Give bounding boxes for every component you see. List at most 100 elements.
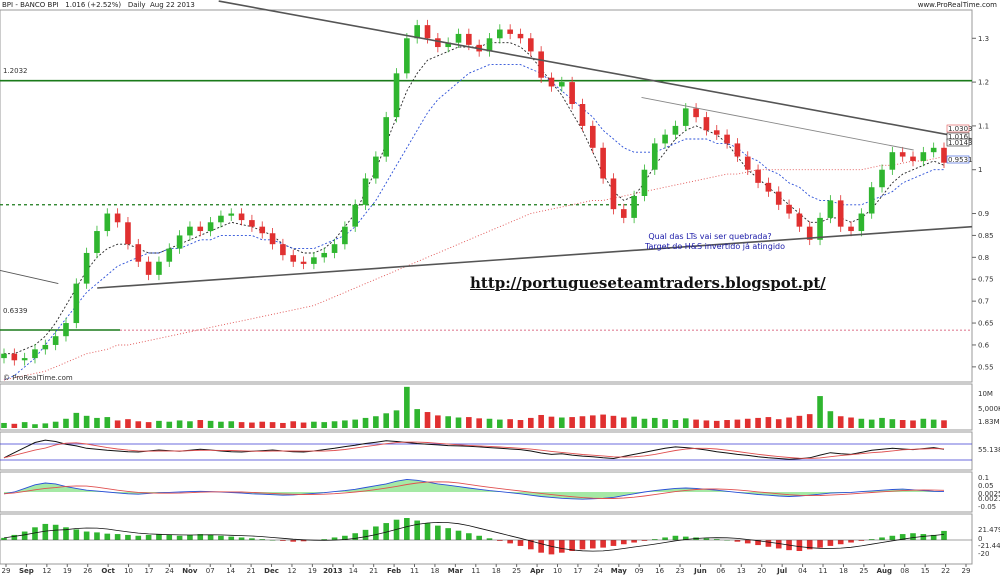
histogram-bar xyxy=(207,534,214,540)
x-tick-label: 10 xyxy=(124,567,133,575)
candle-body xyxy=(651,143,658,170)
candle-body xyxy=(94,231,100,253)
volume-bar xyxy=(73,412,80,428)
volume-bar xyxy=(311,421,317,428)
level-label-high: 1.2032 xyxy=(3,67,28,75)
candle-body xyxy=(662,134,668,144)
candle-body xyxy=(280,244,286,256)
volume-bar xyxy=(755,417,761,428)
histogram-bar xyxy=(466,533,472,540)
volume-bar xyxy=(331,421,338,428)
candle-body xyxy=(187,226,193,236)
histogram-bar xyxy=(476,535,482,540)
candle-body xyxy=(765,182,772,192)
volume-bar xyxy=(569,417,575,428)
volume-bar xyxy=(455,417,462,428)
candle-body xyxy=(1,353,7,359)
volume-bar xyxy=(404,386,410,428)
volume-bar xyxy=(104,417,111,428)
x-tick-label: 08 xyxy=(900,567,909,575)
volume-bar xyxy=(218,421,224,428)
volume-bar xyxy=(538,414,544,428)
x-tick-label: Feb xyxy=(387,567,401,575)
x-tick-label: 11 xyxy=(471,567,480,575)
candle-body xyxy=(910,156,916,161)
histogram-bar xyxy=(775,540,782,549)
volume-bar xyxy=(445,416,451,428)
oscillator-tick-label: 55.138 xyxy=(978,446,1000,454)
x-tick-label: 20 xyxy=(757,567,766,575)
volume-bar xyxy=(765,417,772,428)
y-tick-label: 0.85 xyxy=(978,232,994,240)
volume-bar xyxy=(207,420,214,428)
x-tick-label: Nov xyxy=(182,567,198,575)
candle-body xyxy=(641,169,648,196)
histogram-bar xyxy=(920,534,927,540)
candle-body xyxy=(218,215,224,223)
x-tick-label: 12 xyxy=(287,567,296,575)
histogram-bar xyxy=(156,534,162,540)
histogram-bar xyxy=(52,524,59,540)
candle-body xyxy=(11,353,18,361)
histogram-bar xyxy=(620,540,627,545)
histogram-bar xyxy=(817,540,823,548)
volume-bar xyxy=(941,420,947,428)
x-tick-label: 14 xyxy=(226,567,235,575)
candle-body xyxy=(734,143,741,157)
candle-body xyxy=(538,51,544,78)
macd-tick-label: 0.05 xyxy=(978,482,994,490)
candle-body xyxy=(114,213,121,223)
histogram-bar xyxy=(166,534,173,540)
histogram-bar xyxy=(218,535,224,540)
volume-bar xyxy=(796,415,803,428)
candle-body xyxy=(682,108,689,126)
volume-bar xyxy=(662,419,668,428)
volume-bar xyxy=(848,417,854,428)
x-tick-label: 11 xyxy=(819,567,828,575)
candle-body xyxy=(528,38,534,52)
histogram-bar xyxy=(187,534,193,540)
candle-body xyxy=(610,178,617,210)
candle-body xyxy=(899,152,906,157)
y-tick-label: 0.65 xyxy=(978,320,994,328)
volume-bar xyxy=(858,418,865,428)
volume-bar xyxy=(651,417,658,428)
date-label: Aug 22 2013 xyxy=(150,1,195,9)
candle-body xyxy=(579,104,586,126)
x-tick-label: 04 xyxy=(798,567,807,575)
blog-url[interactable]: http://portugueseteamtraders.blogspot.pt… xyxy=(470,274,826,292)
annotation-question: Qual das LTs vai ser quebrada? xyxy=(648,232,772,241)
candle-body xyxy=(342,226,348,245)
volume-bar xyxy=(682,418,689,428)
volume-bar xyxy=(393,410,400,428)
x-tick-label: 18 xyxy=(492,567,501,575)
price-tag-label: 1.0143 xyxy=(948,139,973,147)
histogram-tick-label: 21.479 xyxy=(978,526,1000,534)
site-label[interactable]: www.ProRealTime.com xyxy=(918,1,997,9)
candle-body xyxy=(404,38,410,74)
histogram-bar xyxy=(827,540,834,546)
volume-bar xyxy=(734,419,741,428)
histogram-bar xyxy=(879,537,885,540)
candle-body xyxy=(176,235,183,249)
volume-bar xyxy=(424,412,431,428)
candle-body xyxy=(331,244,338,253)
histogram-bar xyxy=(424,523,431,540)
volume-bar xyxy=(135,421,142,428)
candle-body xyxy=(32,349,38,359)
candle-body xyxy=(156,261,162,275)
histogram-bar xyxy=(228,536,235,540)
volume-bar xyxy=(176,420,183,428)
x-tick-label: 21 xyxy=(247,567,256,575)
candle-body xyxy=(197,226,204,232)
chart-header: BPI - BANCO BPI 1.016 (+2.52%) Daily Aug… xyxy=(2,1,195,9)
y-tick-label: 1.3 xyxy=(978,35,989,43)
candle-body xyxy=(52,336,59,345)
volume-bar xyxy=(63,418,69,428)
volume-bar xyxy=(631,416,637,428)
histogram-bar xyxy=(538,540,544,553)
y-tick-label: 0.6 xyxy=(978,341,990,349)
x-tick-label: 15 xyxy=(921,567,930,575)
x-tick-label: Oct xyxy=(101,567,115,575)
macd-tick-label: 0.0021 xyxy=(978,495,1000,503)
